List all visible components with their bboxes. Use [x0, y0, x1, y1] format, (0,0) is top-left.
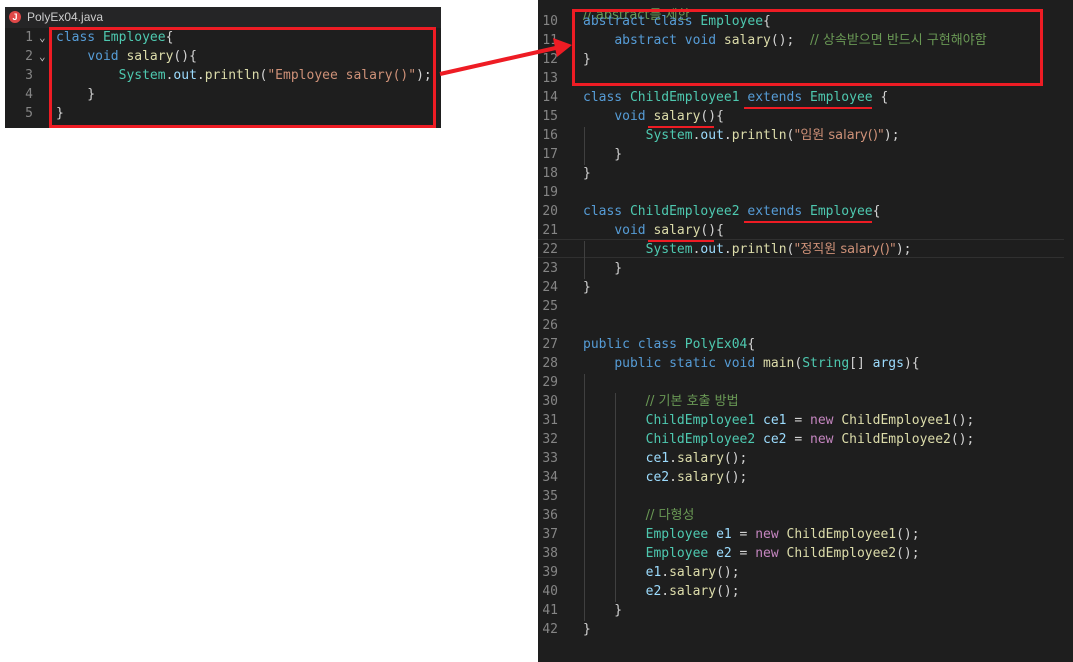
red-arrow-icon [439, 38, 572, 76]
